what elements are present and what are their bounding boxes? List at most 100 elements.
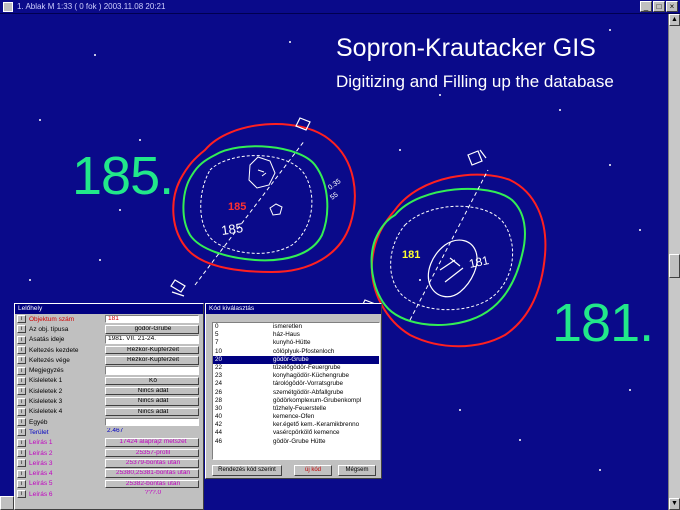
attribute-label: Leírás 5 [29, 480, 53, 488]
info-button[interactable]: i [17, 428, 26, 437]
code-description: vasércpörkölő kemence [273, 429, 340, 437]
code-description: ház-Haus [273, 331, 300, 339]
info-button[interactable]: i [17, 418, 26, 427]
info-button[interactable]: i [17, 469, 26, 478]
code-list-item[interactable]: 20 gödör-Grube [213, 355, 379, 364]
attribute-value-button[interactable]: 17424 alaprajz metszet [105, 438, 199, 447]
code-list-item[interactable]: 24 tárológödör-Vorratsgrube [213, 380, 379, 388]
feature-185[interactable] [170, 117, 356, 297]
info-button[interactable]: i [17, 449, 26, 457]
code-value: 22 [215, 363, 223, 371]
code-value: 44 [215, 429, 223, 437]
info-button[interactable]: i [17, 346, 26, 355]
code-value: 24 [215, 380, 223, 388]
code-description: tárológödör-Vorratsgrube [273, 380, 344, 388]
feature-181-axis [409, 169, 489, 321]
code-value: 30 [215, 404, 223, 412]
code-list-item[interactable]: 30 tűzhely-Feuerstelle [213, 405, 379, 413]
info-button[interactable]: i [17, 366, 26, 375]
info-button[interactable]: i [17, 490, 26, 499]
attribute-row: i Terület 2.467 [15, 427, 203, 437]
code-list-item[interactable]: 44 vasércpörkölő kemence [213, 429, 379, 437]
attribute-label: Megjegyzés [29, 367, 64, 375]
attribute-row: i Egyéb [15, 417, 203, 427]
attribute-value-button[interactable]: Nincs adat [105, 386, 199, 396]
attribute-value-field[interactable]: 1981. VII. 21-24. [105, 335, 199, 344]
attribute-value-field[interactable]: 181 [105, 314, 199, 324]
code-list[interactable]: 0 ismeretlen 5 ház-Haus 7 kunyhó-Hütte 10 cölöp… [212, 322, 380, 460]
attribute-value-field[interactable] [105, 417, 199, 427]
code-value: 40 [215, 413, 223, 421]
attribute-value-button[interactable]: 25382-bontás után [105, 479, 199, 489]
close-button[interactable]: × [666, 1, 678, 12]
vertical-scrollbar[interactable]: ▲ ▼ [668, 14, 680, 510]
attribute-value-button[interactable]: gödör-Grube [105, 325, 199, 334]
info-button[interactable]: i [17, 335, 26, 344]
minimize-button[interactable]: _ [640, 1, 652, 12]
scroll-down-arrow-icon[interactable]: ▼ [669, 498, 680, 510]
attribute-label: Leírás 4 [29, 470, 53, 478]
attribute-value-button[interactable]: Kő [105, 376, 199, 386]
code-list-item[interactable]: 10 cölöplyuk-Pfostenloch [213, 348, 379, 356]
attribute-row: i Leírás 4 25380,25381-bontás után [15, 468, 203, 478]
new-code-button[interactable]: új kód [294, 465, 332, 476]
cancel-button[interactable]: Mégsem [338, 465, 376, 476]
code-description: gödör-Grube Hütte [273, 437, 326, 445]
attribute-label: Kisleletek 2 [29, 387, 63, 395]
code-list-item[interactable]: 0 ismeretlen [213, 323, 379, 331]
maximize-button[interactable]: □ [653, 1, 665, 12]
code-value: 5 [215, 331, 219, 339]
feature-181-red-outline [370, 173, 547, 348]
attribute-value-button[interactable]: 25379-bontás után [105, 459, 199, 468]
map-heading: Sopron-Krautacker GIS [336, 34, 596, 62]
scroll-up-arrow-icon[interactable]: ▲ [669, 14, 680, 26]
attribute-value-button[interactable]: Rézkor-Kupferzeit [105, 345, 199, 355]
attribute-value-button[interactable]: Nincs adat [105, 397, 199, 406]
code-value: 23 [215, 372, 223, 380]
code-list-item[interactable]: 5 ház-Haus [213, 331, 379, 339]
feature-181[interactable] [360, 149, 547, 348]
code-description: konyhagödör-Küchengrube [273, 372, 349, 380]
attribute-value-button[interactable]: 25357-profil [105, 448, 199, 458]
info-button[interactable]: i [17, 325, 26, 334]
code-value: 46 [215, 437, 223, 445]
attribute-label: Objektum szám [29, 315, 75, 323]
scroll-thumb[interactable] [669, 254, 680, 278]
code-description: ker.égető kem.-Keramikbrenno [273, 421, 360, 429]
feature-181-marker-top [467, 149, 487, 166]
code-list-item[interactable]: 46 gödör-Grube Hütte [213, 438, 379, 446]
code-list-item[interactable]: 7 kunyhó-Hütte [213, 339, 379, 347]
attribute-value-field[interactable] [105, 366, 199, 375]
app-icon[interactable] [3, 1, 13, 12]
code-list-item[interactable]: 28 gödörkomplexum-Grubenkompl [213, 397, 379, 405]
corner-tool-icon[interactable] [0, 496, 14, 510]
attribute-value-button[interactable]: 25380,25381-bontás után [105, 469, 199, 478]
feature-181-big-label: 181. [552, 293, 654, 353]
feature-185-green-outline [182, 145, 329, 262]
info-button[interactable]: i [17, 356, 26, 365]
code-list-item[interactable]: 26 szemétgödör-Abfallgrube [213, 389, 379, 397]
code-list-item[interactable]: 42 ker.égető kem.-Keramikbrenno [213, 421, 379, 429]
attribute-value-button[interactable]: Nincs adat [105, 407, 199, 417]
code-value: 10 [215, 347, 223, 355]
sort-by-code-button[interactable]: Rendezés kód szerint [212, 465, 282, 476]
info-button[interactable]: i [17, 376, 26, 385]
code-list-item[interactable]: 40 kemence-Ofen [213, 413, 379, 421]
code-description: cölöplyuk-Pfostenloch [273, 347, 335, 355]
info-button[interactable]: i [17, 438, 26, 447]
info-button[interactable]: i [17, 479, 26, 488]
info-button[interactable]: i [17, 315, 26, 324]
code-value: 0 [215, 323, 219, 330]
attribute-row: i Leírás 5 25382-bontás után [15, 479, 203, 489]
code-list-item[interactable]: 22 tűzelőgödör-Feuergrube [213, 364, 379, 372]
attribute-value-button[interactable]: Rézkor-Kupferzeit [105, 356, 199, 365]
code-value: 7 [215, 339, 219, 347]
code-list-item[interactable]: 23 konyhagödör-Küchengrube [213, 372, 379, 380]
info-button[interactable]: i [17, 459, 26, 468]
info-button[interactable]: i [17, 397, 26, 406]
info-button[interactable]: i [17, 407, 26, 416]
info-button[interactable]: i [17, 387, 26, 396]
attribute-label: Keltezés kezdete [29, 346, 79, 354]
attribute-row: i Leírás 2 25357-profil [15, 448, 203, 458]
attribute-label: Leírás 6 [29, 490, 53, 498]
